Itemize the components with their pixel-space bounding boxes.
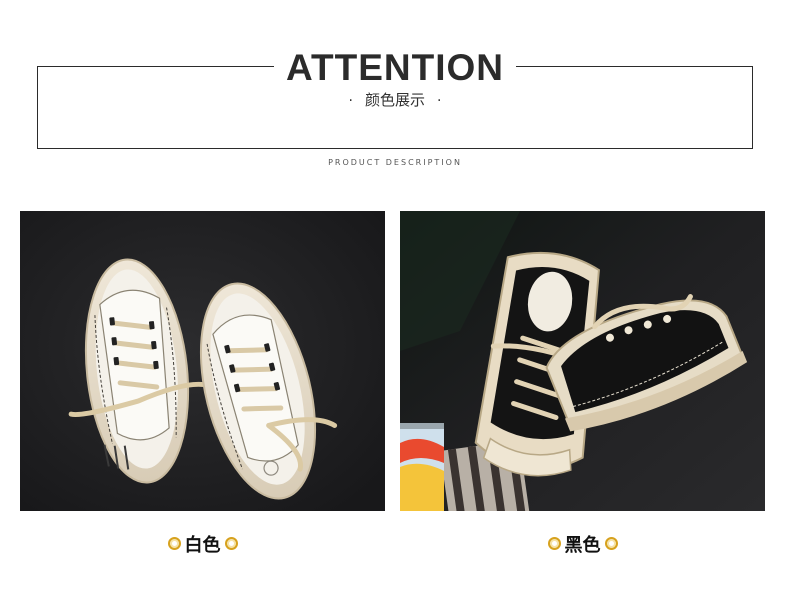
- subtitle-text: 颜色展示: [364, 91, 425, 109]
- ring-bullet-icon: [224, 537, 238, 550]
- color-label: 白色: [184, 535, 221, 556]
- ring-bullet-icon: [167, 537, 181, 550]
- white-sneakers-photo: [20, 211, 385, 511]
- bullet-dot-left: ·: [348, 93, 353, 109]
- ring-bullet-icon: [604, 537, 618, 550]
- black-sneakers-photo: [400, 211, 765, 511]
- color-caption-black: 黑色: [400, 535, 765, 557]
- page-title: ATTENTION: [0, 47, 790, 88]
- color-label: 黑色: [564, 535, 601, 556]
- ring-bullet-icon: [547, 537, 561, 550]
- bullet-dot-right: ·: [437, 93, 442, 109]
- section-subtitle: · 颜色展示 ·: [0, 91, 790, 110]
- product-description-label: PRODUCT DESCRIPTION: [328, 158, 462, 167]
- color-caption-white: 白色: [20, 535, 385, 557]
